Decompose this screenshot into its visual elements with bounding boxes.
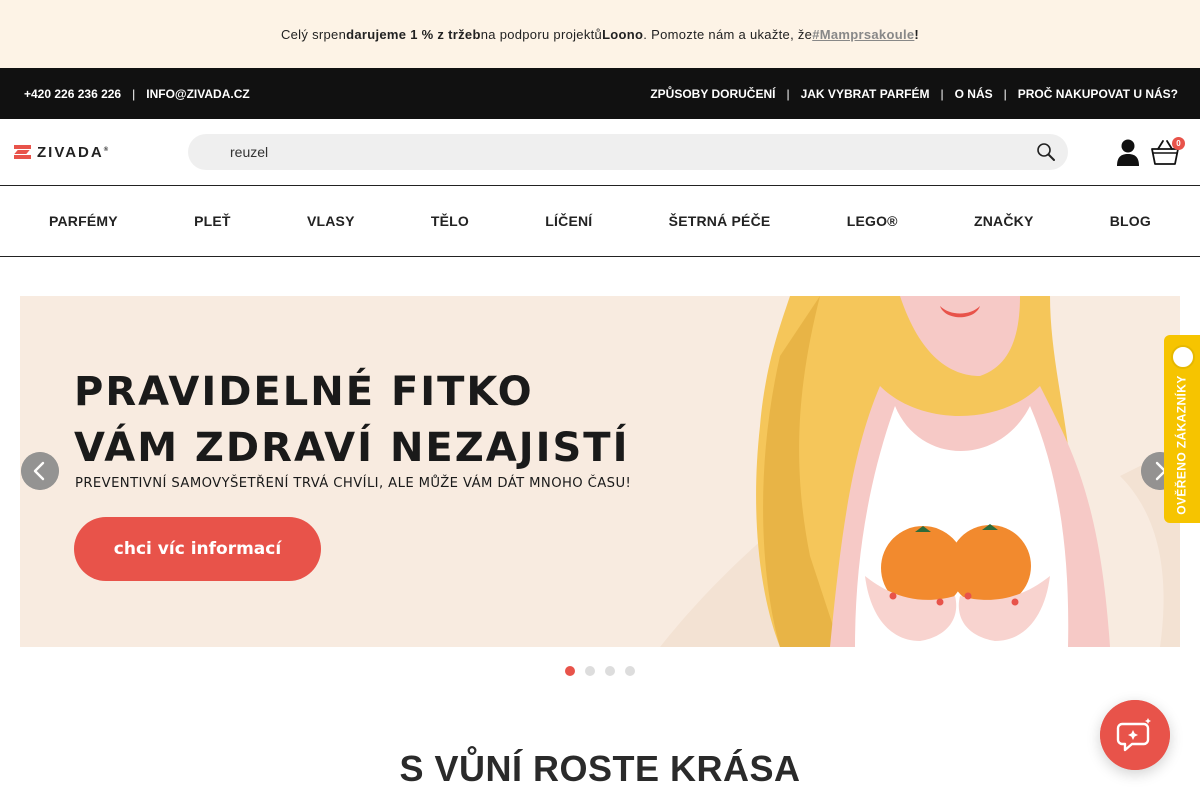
user-account-icon[interactable] (1116, 139, 1140, 166)
promo-highlight-donation: darujeme 1 % z tržeb (346, 26, 481, 42)
link-why-shop-with-us[interactable]: PROČ NAKUPOVAT U NÁS? (1018, 87, 1178, 101)
badge-label: OVĚŘENO ZÁKAZNÍKY (1175, 375, 1190, 515)
verified-by-customers-badge[interactable]: OVĚŘENO ZÁKAZNÍKY (1164, 335, 1200, 523)
info-links: ZPŮSOBY DORUČENÍ | JAK VYBRAT PARFÉM | O… (650, 68, 1178, 119)
separator: | (1003, 86, 1007, 101)
link-delivery-methods[interactable]: ZPŮSOBY DORUČENÍ (650, 87, 775, 101)
promo-text-4: ! (914, 26, 920, 42)
phone-link[interactable]: +420 226 236 226 (24, 87, 121, 101)
banner-title-line-2: VÁM ZDRAVÍ NEZAJISTÍ (74, 425, 630, 471)
logo-mark-icon (14, 145, 31, 159)
email-link[interactable]: INFO@ZIVADA.CZ (146, 87, 249, 101)
search-input[interactable] (230, 134, 990, 170)
carousel-dot-1[interactable] (565, 666, 575, 676)
separator: | (786, 86, 790, 101)
banner-cta-button[interactable]: chci víc informací (74, 517, 321, 581)
promo-bar: Celý srpen darujeme 1 % z tržeb na podpo… (0, 0, 1200, 68)
separator: | (940, 86, 944, 101)
nav-item-brands[interactable]: ZNAČKY (974, 213, 1034, 229)
cart-count-badge: 0 (1172, 137, 1185, 150)
carousel-dot-2[interactable] (585, 666, 595, 676)
promo-hashtag-link[interactable]: #Mamprsakoule (812, 27, 914, 42)
nav-item-gentle-care[interactable]: ŠETRNÁ PÉČE (669, 213, 771, 229)
nav-item-perfumes[interactable]: PARFÉMY (49, 213, 118, 229)
search-bar (188, 134, 1068, 170)
nav-item-hair[interactable]: VLASY (307, 213, 355, 229)
section-title: S VŮNÍ ROSTE KRÁSA (399, 748, 801, 789)
logo-text: ZIVADA® (37, 143, 109, 161)
nav-item-blog[interactable]: BLOG (1110, 213, 1151, 229)
hero-banner[interactable]: PRAVIDELNÉ FITKO VÁM ZDRAVÍ NEZAJISTÍ PR… (20, 296, 1180, 647)
top-info-bar: +420 226 236 226 | INFO@ZIVADA.CZ ZPŮSOB… (0, 68, 1200, 119)
banner-subtitle: PREVENTIVNÍ SAMOVYŠETŘENÍ TRVÁ CHVÍLI, A… (75, 476, 632, 491)
promo-text-1: Celý srpen (280, 26, 347, 42)
promo-text-2: na podporu projektů (480, 26, 603, 42)
nav-item-body[interactable]: TĚLO (431, 213, 469, 229)
separator: | (132, 86, 136, 101)
logo[interactable]: ZIVADA® (14, 143, 108, 161)
link-how-to-choose-perfume[interactable]: JAK VYBRAT PARFÉM (801, 87, 930, 101)
promo-highlight-project: Loono (602, 26, 644, 42)
link-about-us[interactable]: O NÁS (955, 87, 993, 101)
nav-item-skin[interactable]: PLEŤ (194, 213, 231, 229)
promo-text-3: . Pomozte nám a ukažte, že (643, 26, 813, 42)
banner-title-line-1: PRAVIDELNÉ FITKO (74, 369, 534, 415)
contact-info: +420 226 236 226 | INFO@ZIVADA.CZ (24, 68, 250, 119)
search-icon[interactable] (1036, 142, 1056, 162)
nav-item-lego[interactable]: LEGO® (847, 213, 898, 229)
nav-item-makeup[interactable]: LÍČENÍ (545, 213, 592, 229)
main-navigation: PARFÉMY PLEŤ VLASY TĚLO LÍČENÍ ŠETRNÁ PÉ… (0, 186, 1200, 257)
site-header: ZIVADA® (0, 119, 1200, 186)
verified-seal-icon (1171, 345, 1195, 369)
carousel-prev-arrow-icon[interactable] (21, 452, 59, 490)
carousel-dot-3[interactable] (605, 666, 615, 676)
carousel-dot-4[interactable] (625, 666, 635, 676)
banner-title: PRAVIDELNÉ FITKO VÁM ZDRAVÍ NEZAJISTÍ (74, 364, 629, 476)
carousel-pagination (565, 666, 645, 676)
